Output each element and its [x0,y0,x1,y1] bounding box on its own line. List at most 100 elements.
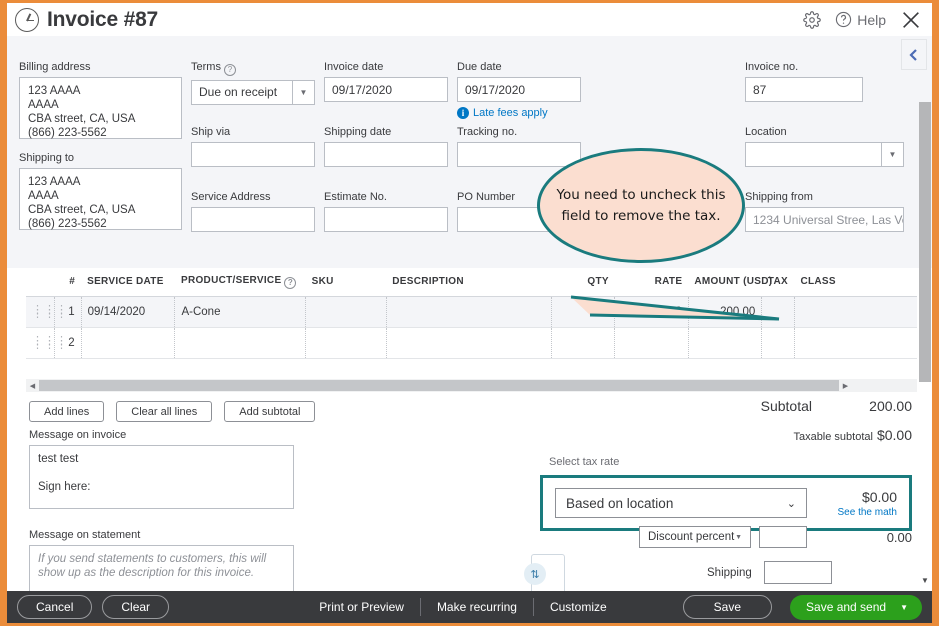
message-on-invoice-field: Message on invoice test test Sign here: [29,429,294,509]
chevron-down-icon[interactable]: ▼ [900,603,908,612]
cell-service-date[interactable] [80,327,175,359]
cell-class[interactable] [793,327,917,359]
terms-select[interactable]: Due on receipt ▼ [191,79,315,105]
collapse-panel-button[interactable] [901,39,927,70]
col-drag [26,268,55,297]
scroll-thumb[interactable] [39,380,839,391]
col-description: DESCRIPTION [386,268,552,297]
cell-sku[interactable] [305,327,387,359]
invoice-date-label: Invoice date [324,61,384,73]
cell-class[interactable] [793,296,917,328]
location-label: Location [745,126,787,138]
location-select[interactable]: ▼ [745,142,904,167]
clear-button[interactable]: Clear [102,595,170,619]
cell-product-service[interactable] [174,327,306,359]
customize-button[interactable]: Customize [534,600,623,614]
cell-description[interactable] [385,296,552,328]
cell-description[interactable] [385,327,552,359]
help-button[interactable]: Help [835,11,886,28]
save-and-send-button[interactable]: Save and send ▼ [790,594,922,620]
billing-address-label: Billing address [19,61,91,73]
cell-rate[interactable] [614,327,689,359]
see-the-math-link[interactable]: See the math [838,507,897,518]
right-rail: ▼ [901,3,932,623]
message-on-invoice-label: Message on invoice [29,429,127,441]
table-row[interactable]: ⋮⋮⋮ ⋮⋮⋮ 2 [26,327,917,359]
subtotal-row: Subtotal 200.00 [527,398,912,414]
tax-rate-value: Based on location [566,495,674,511]
tracking-no-field: Tracking no. [457,126,581,167]
billing-address-input[interactable]: 123 AAAA AAAA CBA street, CA, USA (866) … [19,77,182,139]
drag-handle-icon[interactable]: ⋮⋮⋮ ⋮⋮⋮ [26,327,67,359]
col-rate: RATE [614,268,689,297]
cell-product-service[interactable]: A-Cone [174,296,306,328]
scroll-down-arrow-icon[interactable]: ▼ [919,576,931,585]
invoice-date-field: Invoice date 09/17/2020 [324,61,448,102]
tax-amount: $0.00 [861,488,897,505]
estimate-no-field: Estimate No. [324,191,448,232]
table-row[interactable]: ⋮⋮⋮ ⋮⋮⋮ 1 09/14/2020 A-Cone 100 2 200.00 [26,296,917,328]
tracking-no-input[interactable] [457,142,581,167]
totals-panel: Subtotal 200.00 Taxable subtotal $0.00 Se… [524,398,912,609]
drag-handle-icon[interactable]: ⋮⋮⋮ ⋮⋮⋮ [26,296,67,328]
question-circle-icon[interactable]: ? [223,63,236,76]
swap-vertical-icon[interactable]: ⇅ [524,563,546,585]
late-fees-label: Late fees apply [473,107,548,119]
discount-value: 0.00 [886,529,912,545]
shipping-to-input[interactable]: 123 AAAA AAAA CBA street, CA, USA (866) … [19,168,182,230]
shipping-date-label: Shipping date [324,126,392,138]
cell-amount[interactable] [687,327,762,359]
vertical-scrollbar-thumb[interactable] [919,102,931,382]
message-on-statement-input[interactable]: If you send statements to customers, thi… [29,545,294,595]
service-address-input[interactable] [191,207,315,232]
add-subtotal-button[interactable]: Add subtotal [224,401,316,422]
shipping-date-input[interactable] [324,142,448,167]
billing-address-field: Billing address 123 AAAA AAAA CBA street… [19,61,182,139]
cell-qty[interactable] [551,327,615,359]
cell-rate[interactable]: 2 [614,296,689,328]
clear-all-lines-button[interactable]: Clear all lines [116,401,213,422]
add-lines-button[interactable]: Add lines [29,401,105,422]
ship-via-field: Ship via [191,126,315,167]
ship-via-input[interactable] [191,142,315,167]
page-title: Invoice #87 [47,7,159,31]
cell-sku[interactable] [305,296,387,328]
due-date-label: Due date [457,61,502,73]
table-horizontal-scrollbar[interactable]: ◀ ▶ [26,379,917,392]
due-date-input[interactable]: 09/17/2020 [457,77,581,102]
po-number-input[interactable] [457,207,581,232]
terms-value: Due on receipt [199,85,278,99]
discount-input[interactable] [759,526,807,548]
taxable-subtotal-row: Taxable subtotal $0.00 [527,427,912,443]
col-qty: QTY [551,268,615,297]
cell-amount[interactable]: 200.00 [687,296,762,328]
gear-icon[interactable] [803,10,821,29]
discount-type-select[interactable]: Discount percent ▼ [639,526,751,548]
tax-rate-select[interactable]: Based on location ⌄ [555,488,807,518]
estimate-no-input[interactable] [324,207,448,232]
invoice-date-input[interactable]: 09/17/2020 [324,77,448,102]
cell-service-date[interactable]: 09/14/2020 [80,296,175,328]
invoice-form-area: Billing address 123 AAAA AAAA CBA street… [7,36,932,268]
late-fees-notice[interactable]: i Late fees apply [457,107,581,119]
cell-tax-checkbox[interactable] [761,296,795,328]
shipping-input[interactable] [763,561,832,584]
scroll-left-arrow-icon[interactable]: ◀ [26,382,39,390]
message-on-invoice-input[interactable]: test test Sign here: [29,445,294,509]
table-header-row: # SERVICE DATE PRODUCT/SERVICE? SKU DESC… [26,268,917,297]
discount-type-value: Discount percent [648,531,735,543]
save-button[interactable]: Save [682,595,773,619]
print-or-preview-button[interactable]: Print or Preview [303,600,420,614]
cancel-button[interactable]: Cancel [17,595,93,619]
discount-row: Discount percent ▼ 0.00 [639,526,912,548]
cell-qty[interactable]: 100 [551,296,615,328]
cell-tax-checkbox[interactable] [761,327,795,359]
shipping-from-input[interactable]: 1234 Universal Stree, Las Vegas, N [745,207,904,232]
scroll-right-arrow-icon[interactable]: ▶ [839,382,852,390]
invoice-no-input[interactable]: 87 [745,77,863,102]
question-circle-icon[interactable]: ? [284,276,297,289]
shipping-to-field: Shipping to 123 AAAA AAAA CBA street, CA… [19,152,182,230]
make-recurring-button[interactable]: Make recurring [421,600,533,614]
col-amount: AMOUNT (USD) [688,268,772,297]
tax-amount-group: $0.00 See the math [838,489,897,518]
